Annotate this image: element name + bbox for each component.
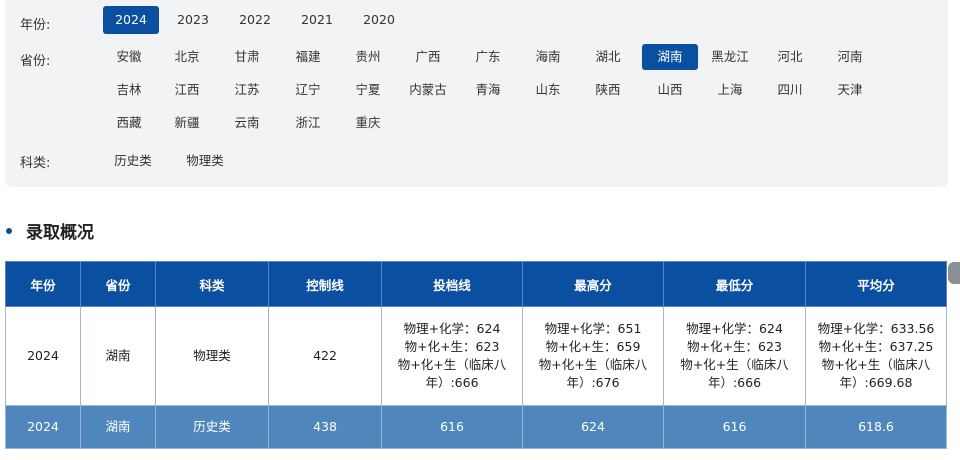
filter-panel: 年份: 2024 2023 2022 2021 2020 省份: 安徽 北京 甘肃 福建 贵州广… bbox=[5, 0, 948, 187]
table-cell: 618.6 bbox=[805, 405, 947, 449]
table-cell: 438 bbox=[268, 405, 382, 449]
province-option[interactable]: 云南 bbox=[219, 110, 275, 136]
table-row: 2024 湖南 历史类 438 616 624 616 618.6 bbox=[5, 405, 947, 449]
province-filter-row: 省份: 安徽 北京 甘肃 福建 贵州 广西 广东 海南 湖北 湖南 黑龙江 河北 河南吉林 江西 江苏 辽宁宁… bbox=[5, 44, 948, 144]
column-header: 投档线 bbox=[381, 261, 523, 307]
province-option[interactable]: 黑龙江 bbox=[702, 44, 758, 70]
column-header: 平均分 bbox=[805, 261, 947, 307]
subject-option[interactable]: 物理类 bbox=[173, 148, 237, 174]
subject-filter-row: 科类: 历史类 物理类 bbox=[5, 148, 948, 178]
province-option[interactable]: 陕西 bbox=[580, 77, 636, 103]
year-option[interactable]: 2024 bbox=[103, 6, 159, 34]
province-option[interactable]: 四川 bbox=[762, 77, 818, 103]
province-option[interactable]: 湖北 bbox=[580, 44, 636, 70]
province-option[interactable]: 北京 bbox=[159, 44, 215, 70]
year-filter-row: 年份: 2024 2023 2022 2021 2020 bbox=[5, 6, 948, 36]
section-title: 录取概况 bbox=[6, 218, 94, 243]
province-option[interactable]: 河南 bbox=[822, 44, 878, 70]
table-cell: 物理+化学：633.56 物+化+生：637.25 物+化+生（临床八年）:66… bbox=[805, 306, 947, 406]
province-option[interactable]: 福建 bbox=[280, 44, 336, 70]
column-header: 最低分 bbox=[663, 261, 806, 307]
year-option[interactable]: 2023 bbox=[165, 6, 221, 34]
province-option[interactable]: 山西 bbox=[642, 77, 698, 103]
year-option[interactable]: 2021 bbox=[289, 6, 345, 34]
table-cell: 422 bbox=[268, 306, 382, 406]
column-header: 年份 bbox=[5, 261, 81, 307]
table-row: 2024 湖南 物理类 422 物理+化学：624 物+化+生：623 物+化+… bbox=[5, 306, 947, 406]
year-option[interactable]: 2020 bbox=[351, 6, 407, 34]
section-title-text: 录取概况 bbox=[26, 223, 94, 243]
province-option[interactable]: 浙江 bbox=[280, 110, 336, 136]
province-option[interactable]: 江西 bbox=[159, 77, 215, 103]
province-filter-label: 省份: bbox=[20, 54, 51, 69]
province-option[interactable]: 上海 bbox=[702, 77, 758, 103]
table-cell: 616 bbox=[663, 405, 806, 449]
province-option[interactable]: 辽宁 bbox=[280, 77, 336, 103]
province-option[interactable]: 内蒙古 bbox=[400, 77, 456, 103]
province-option[interactable]: 天津 bbox=[822, 77, 878, 103]
province-option[interactable]: 西藏 bbox=[101, 110, 157, 136]
table-cell: 2024 bbox=[5, 306, 81, 406]
province-option[interactable]: 海南 bbox=[520, 44, 576, 70]
province-option[interactable]: 江苏 bbox=[219, 77, 275, 103]
year-option[interactable]: 2022 bbox=[227, 6, 283, 34]
subject-option[interactable]: 历史类 bbox=[101, 148, 165, 174]
table-cell: 2024 bbox=[5, 405, 81, 449]
table-cell: 物理类 bbox=[155, 306, 269, 406]
column-header: 最高分 bbox=[522, 261, 664, 307]
table-cell: 湖南 bbox=[80, 405, 156, 449]
province-option[interactable]: 河北 bbox=[762, 44, 818, 70]
province-option[interactable]: 吉林 bbox=[101, 77, 157, 103]
table-cell: 物理+化学：624 物+化+生：623 物+化+生（临床八年）:666 bbox=[663, 306, 806, 406]
year-filter-label: 年份: bbox=[20, 18, 51, 33]
side-scroll-tab[interactable] bbox=[948, 262, 960, 284]
bullet-dot-icon bbox=[6, 228, 12, 234]
table-cell: 624 bbox=[522, 405, 664, 449]
column-header: 控制线 bbox=[268, 261, 382, 307]
admission-table: 年份 省份 科类 控制线 投档线 最高分 最低分 平均分 2024 湖南 物理类… bbox=[5, 261, 947, 449]
subject-filter-label: 科类: bbox=[20, 156, 51, 171]
province-option[interactable]: 重庆 bbox=[340, 110, 396, 136]
province-option[interactable]: 新疆 bbox=[159, 110, 215, 136]
province-option[interactable]: 湖南 bbox=[642, 44, 698, 70]
province-option[interactable]: 广东 bbox=[460, 44, 516, 70]
province-option[interactable]: 青海 bbox=[460, 77, 516, 103]
column-header: 省份 bbox=[80, 261, 156, 307]
table-cell: 物理+化学：624 物+化+生：623 物+化+生（临床八年）:666 bbox=[381, 306, 523, 406]
table-cell: 物理+化学：651 物+化+生：659 物+化+生（临床八年）:676 bbox=[522, 306, 664, 406]
column-header: 科类 bbox=[155, 261, 269, 307]
province-option[interactable]: 贵州 bbox=[340, 44, 396, 70]
table-cell: 湖南 bbox=[80, 306, 156, 406]
table-cell: 历史类 bbox=[155, 405, 269, 449]
province-option[interactable]: 甘肃 bbox=[219, 44, 275, 70]
province-option[interactable]: 安徽 bbox=[101, 44, 157, 70]
table-header-row: 年份 省份 科类 控制线 投档线 最高分 最低分 平均分 bbox=[5, 261, 947, 307]
province-option[interactable]: 山东 bbox=[520, 77, 576, 103]
province-option[interactable]: 宁夏 bbox=[340, 77, 396, 103]
table-cell: 616 bbox=[381, 405, 523, 449]
province-option[interactable]: 广西 bbox=[400, 44, 456, 70]
